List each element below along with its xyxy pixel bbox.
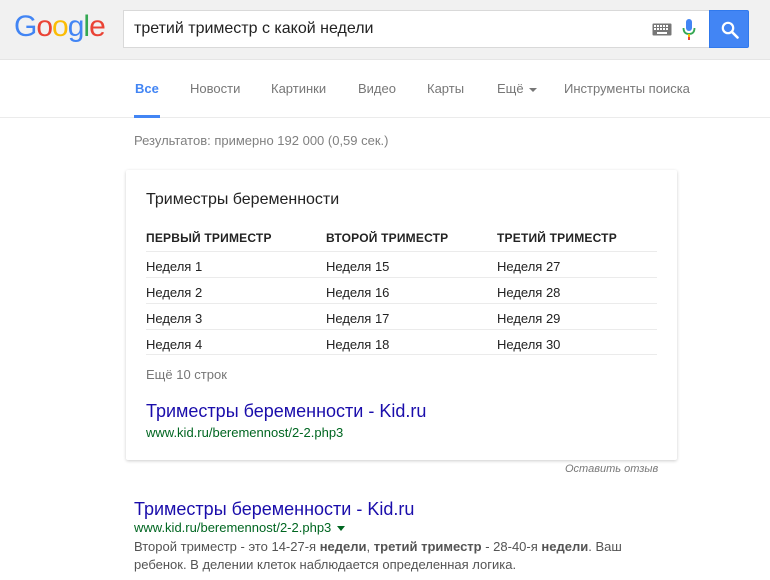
table-row: Неделя 2 Неделя 16 Неделя 28 <box>146 277 657 303</box>
table-cell: Неделя 30 <box>497 337 561 352</box>
tab-maps[interactable]: Карты <box>427 81 464 96</box>
tab-all[interactable]: Все <box>135 81 159 96</box>
table-cell: Неделя 4 <box>146 337 203 352</box>
table-cell: Неделя 1 <box>146 259 203 274</box>
column-header: ПЕРВЫЙ ТРИМЕСТР <box>146 231 272 245</box>
tab-news[interactable]: Новости <box>190 81 240 96</box>
table-cell: Неделя 28 <box>497 285 561 300</box>
tab-video[interactable]: Видео <box>358 81 396 96</box>
column-header: ТРЕТИЙ ТРИМЕСТР <box>497 231 617 245</box>
keyboard-icon[interactable] <box>652 23 672 36</box>
table-cell: Неделя 27 <box>497 259 561 274</box>
snippet-text: , <box>366 539 374 554</box>
search-input[interactable] <box>134 11 634 47</box>
snippet-text: - 28-40-я <box>481 539 542 554</box>
mic-icon[interactable] <box>682 19 696 41</box>
featured-title: Триместры беременности <box>146 191 340 208</box>
featured-source-link[interactable]: Триместры беременности - Kid.ru <box>146 401 426 422</box>
search-icon <box>721 21 739 39</box>
table-cell: Неделя 16 <box>326 285 390 300</box>
table-cell: Неделя 3 <box>146 311 203 326</box>
result-title-link[interactable]: Триместры беременности - Kid.ru <box>134 499 414 520</box>
results-stats: Результатов: примерно 192 000 (0,59 сек.… <box>134 133 389 148</box>
column-header: ВТОРОЙ ТРИМЕСТР <box>326 231 449 245</box>
active-tab-underline <box>134 115 160 118</box>
result-url-text: www.kid.ru/beremennost/2-2.php3 <box>134 520 332 535</box>
snippet-highlight: недели <box>319 539 367 554</box>
chevron-down-icon <box>528 87 537 92</box>
search-button[interactable] <box>709 10 749 48</box>
tab-images[interactable]: Картинки <box>271 81 326 96</box>
logo-letter: e <box>89 10 106 43</box>
logo-letter: o <box>52 10 69 43</box>
table-cell: Неделя 15 <box>326 259 390 274</box>
snippet-highlight: третий триместр <box>373 539 482 554</box>
snippet-highlight: недели <box>541 539 589 554</box>
google-logo[interactable]: Google <box>14 10 106 44</box>
tab-more[interactable]: Ещё <box>497 81 537 96</box>
result-url: www.kid.ru/beremennost/2-2.php3 <box>134 520 346 535</box>
featured-source-url: www.kid.ru/beremennost/2-2.php3 <box>146 425 344 440</box>
header: Google <box>0 0 770 60</box>
tab-search-tools[interactable]: Инструменты поиска <box>564 81 690 96</box>
table-cell: Неделя 17 <box>326 311 390 326</box>
search-box <box>123 10 709 48</box>
more-rows-link[interactable]: Ещё 10 строк <box>146 367 227 382</box>
featured-snippet-card: Триместры беременности ПЕРВЫЙ ТРИМЕСТР В… <box>126 170 677 460</box>
snippet-text: Второй триместр - это 14-27-я <box>134 539 320 554</box>
result-snippet: Второй триместр - это 14-27-я недели, тр… <box>134 538 654 574</box>
logo-letter: o <box>36 10 53 43</box>
table-row: Неделя 3 Неделя 17 Неделя 29 <box>146 303 657 329</box>
search-tabs: Все Новости Картинки Видео Карты Ещё Инс… <box>0 60 770 118</box>
table-cell: Неделя 2 <box>146 285 203 300</box>
feedback-link[interactable]: Оставить отзыв <box>565 463 658 475</box>
logo-letter: G <box>14 10 37 43</box>
table-row: Неделя 4 Неделя 18 Неделя 30 <box>146 329 657 355</box>
tab-more-label: Ещё <box>497 81 524 96</box>
chevron-down-icon[interactable] <box>337 526 346 532</box>
table-cell: Неделя 29 <box>497 311 561 326</box>
table-cell: Неделя 18 <box>326 337 390 352</box>
table-row: Неделя 1 Неделя 15 Неделя 27 <box>146 251 657 277</box>
logo-letter: g <box>67 10 85 43</box>
